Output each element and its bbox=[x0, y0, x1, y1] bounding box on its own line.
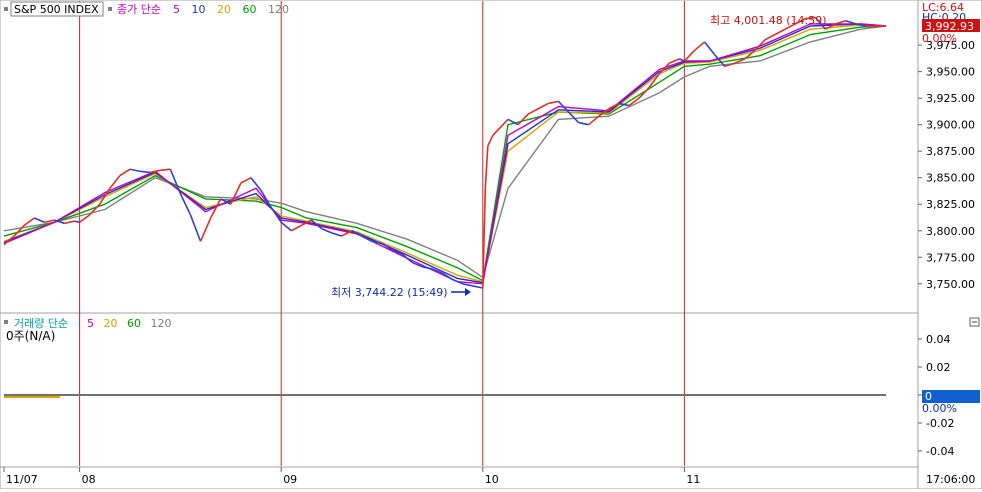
symbol-label[interactable]: S&P 500 INDEX bbox=[14, 3, 99, 16]
panel-marker-icon bbox=[4, 7, 8, 11]
volume-marker-icon bbox=[4, 320, 8, 324]
vol-ma-legend-5[interactable]: 5 bbox=[87, 317, 94, 330]
volume-tick-label-0: 0.04 bbox=[926, 333, 951, 346]
price-tick-label-0: 3,750.00 bbox=[926, 278, 975, 291]
price-tick-label-6: 3,900.00 bbox=[926, 119, 975, 132]
ma-legend-60[interactable]: 60 bbox=[243, 3, 257, 16]
stock-chart-canvas[interactable]: 3,750.00 3,775.00 3,800.00 3,825.00 3,850.00… bbox=[0, 0, 982, 490]
volume-tick-label-4: -0.04 bbox=[926, 445, 954, 458]
volume-change-pct: 0.00% bbox=[922, 402, 957, 415]
time-tick-label-0: 11/07 bbox=[6, 473, 38, 486]
chart-window: 3,750.00 3,775.00 3,800.00 3,825.00 3,850.00… bbox=[0, 0, 982, 490]
ma-legend-10[interactable]: 10 bbox=[192, 3, 206, 16]
price-tick-label-2: 3,800.00 bbox=[926, 225, 975, 238]
price-tick-label-4: 3,850.00 bbox=[926, 172, 975, 185]
time-axis-panel bbox=[0, 466, 919, 490]
volume-tick-label-1: 0.02 bbox=[926, 361, 951, 374]
price-tick-label-5: 3,875.00 bbox=[926, 145, 975, 158]
price-tick-label-7: 3,925.00 bbox=[926, 92, 975, 105]
time-tick-label-3: 10 bbox=[485, 473, 499, 486]
volume-panel-frame bbox=[0, 312, 919, 468]
change-pct-label: 0.00% bbox=[922, 32, 957, 45]
price-tick-label-3: 3,825.00 bbox=[926, 198, 975, 211]
vol-ma-legend-60[interactable]: 60 bbox=[127, 317, 141, 330]
price-tick-label-8: 3,950.00 bbox=[926, 66, 975, 79]
current-time-label: 17:06:00 bbox=[926, 473, 975, 486]
volume-value-label: 0주(N/A) bbox=[6, 329, 55, 343]
price-segment-17 bbox=[160, 168, 171, 172]
time-tick-label-4: 11 bbox=[686, 473, 700, 486]
low-annotation: 최저 3,744.22 (15:49) bbox=[331, 286, 448, 299]
vol-ma-legend-120[interactable]: 120 bbox=[151, 317, 172, 330]
vol-ma-legend-20[interactable]: 20 bbox=[104, 317, 118, 330]
legend-prefix[interactable]: 종가 단순 bbox=[117, 3, 161, 16]
volume-tick-label-3: -0.02 bbox=[926, 417, 954, 430]
time-tick-label-2: 09 bbox=[283, 473, 297, 486]
price-segment-15 bbox=[139, 170, 151, 174]
price-segment-8 bbox=[74, 220, 80, 224]
price-tick-label-1: 3,775.00 bbox=[926, 251, 975, 264]
ma-legend-5[interactable]: 5 bbox=[173, 3, 180, 16]
high-annotation: 최고 4,001.48 (14:59) bbox=[710, 14, 827, 27]
legend-marker-icon bbox=[108, 7, 112, 11]
time-tick-label-1: 08 bbox=[82, 473, 96, 486]
ma-legend-20[interactable]: 20 bbox=[217, 3, 231, 16]
ma-legend-120[interactable]: 120 bbox=[268, 3, 289, 16]
